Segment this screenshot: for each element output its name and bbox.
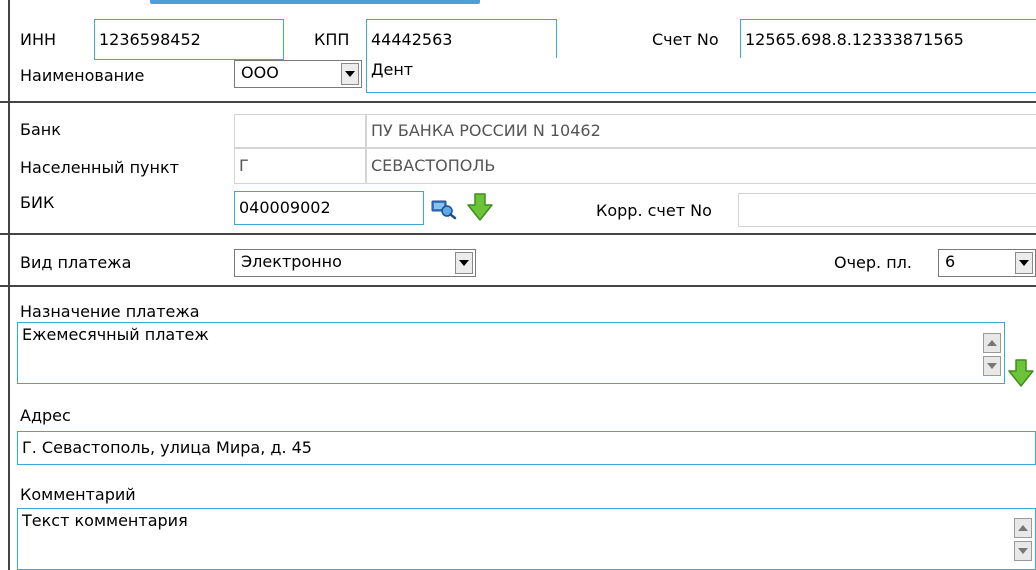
city-name-field: СЕВАСТОПОЛЬ <box>366 148 1036 184</box>
chevron-down-icon[interactable] <box>1015 252 1033 274</box>
purpose-textarea[interactable]: Ежемесячный платеж <box>17 322 1005 384</box>
bank-lookup-icon[interactable] <box>430 196 458 220</box>
comment-scroll-down-button[interactable] <box>1014 541 1032 561</box>
bik-label: БИК <box>20 193 55 212</box>
comment-label: Комментарий <box>20 485 136 504</box>
chevron-down-icon[interactable] <box>341 63 359 85</box>
bik-field[interactable]: 040009002 <box>234 191 424 225</box>
kpp-field[interactable]: 44442563 <box>366 19 557 60</box>
inn-field[interactable]: 1236598452 <box>94 19 284 60</box>
payment-type-label: Вид платежа <box>20 253 132 272</box>
inn-label: ИНН <box>20 30 57 49</box>
purpose-label: Назначение платежа <box>20 302 200 321</box>
section-divider <box>0 233 1036 235</box>
payment-type-value: Электронно <box>241 252 342 271</box>
section-divider <box>0 285 1036 287</box>
city-label: Населенный пункт <box>20 158 179 177</box>
priority-label: Очер. пл. <box>834 253 912 272</box>
scroll-down-button[interactable] <box>983 356 1001 376</box>
scroll-up-button[interactable] <box>983 333 1001 353</box>
bank-name-field: ПУ БАНКА РОССИИ N 10462 <box>366 114 1036 148</box>
bank-prefix-field <box>234 114 366 148</box>
purpose-fill-arrow-icon[interactable] <box>1006 358 1036 388</box>
comment-text: Текст комментария <box>22 511 188 530</box>
comment-textarea[interactable]: Текст комментария <box>17 508 1036 570</box>
address-label: Адрес <box>20 406 71 425</box>
payment-type-select[interactable]: Электронно <box>234 249 476 277</box>
corr-account-label: Корр. счет No <box>596 201 712 220</box>
bank-label: Банк <box>20 120 61 139</box>
kpp-label: КПП <box>314 30 350 49</box>
priority-select[interactable]: 6 <box>938 249 1036 277</box>
org-form-select[interactable]: ООО <box>234 60 362 88</box>
name-label: Наименование <box>20 66 145 85</box>
address-field[interactable]: Г. Севастополь, улица Мира, д. 45 <box>17 431 1036 465</box>
chevron-down-icon[interactable] <box>455 252 473 274</box>
purpose-text: Ежемесячный платеж <box>22 325 209 344</box>
account-label: Счет No <box>652 30 719 49</box>
city-type-field: Г <box>234 148 366 184</box>
org-name-field[interactable]: Дент <box>366 58 1036 93</box>
fill-down-arrow-icon[interactable] <box>466 192 494 222</box>
org-form-value: ООО <box>241 63 279 82</box>
priority-value: 6 <box>945 252 956 271</box>
corr-account-field <box>738 193 1036 227</box>
comment-scroll-up-button[interactable] <box>1014 518 1032 538</box>
form-title-strip <box>0 0 1036 7</box>
section-divider <box>0 101 1036 103</box>
account-field[interactable]: 12565.698.8.12333871565 <box>740 19 1036 60</box>
